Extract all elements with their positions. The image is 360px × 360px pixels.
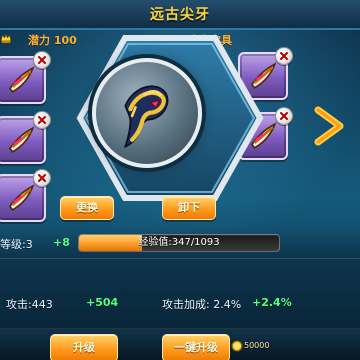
exp-bar: 经验值:347/1093 — [78, 234, 280, 252]
close-icon[interactable] — [275, 107, 293, 125]
exp-text: 经验值:347/1093 — [138, 237, 220, 248]
unequip-button[interactable]: 卸下 — [162, 196, 216, 220]
attack-value: 攻击:443 — [6, 298, 53, 311]
attack-plus: +504 — [86, 296, 119, 309]
upgrade-button[interactable]: 升级 — [50, 334, 118, 360]
fang-item-icon — [8, 126, 35, 154]
crown-icon — [0, 33, 12, 44]
left-slot-3[interactable] — [0, 169, 51, 222]
level-value: 等级:3 — [0, 238, 33, 251]
page-title: 远古尖牙 — [150, 7, 210, 23]
fang-item-icon — [8, 66, 35, 94]
left-slot-1[interactable] — [0, 51, 51, 104]
one-click-upgrade-button[interactable]: 一键升级 — [162, 334, 230, 360]
fang-item-icon — [8, 184, 35, 212]
level-plus: +8 — [53, 236, 70, 249]
close-icon[interactable] — [33, 169, 51, 187]
arrow-right-icon[interactable] — [312, 106, 346, 146]
left-slot-2[interactable] — [0, 111, 51, 164]
attack-bonus-value: 攻击加成: 2.4% — [162, 298, 242, 311]
equipped-item-icon[interactable] — [110, 71, 178, 149]
close-icon[interactable] — [33, 51, 51, 69]
gold-value: 50000 — [244, 341, 270, 350]
close-icon[interactable] — [33, 111, 51, 129]
gold-coin-icon — [231, 340, 243, 352]
attack-bonus-plus: +2.4% — [252, 296, 292, 309]
close-icon[interactable] — [275, 47, 293, 65]
title-bar: 远古尖牙 — [0, 0, 360, 30]
replace-button[interactable]: 更换 — [60, 196, 114, 220]
divider — [0, 258, 360, 259]
screen: 远古尖牙 潜力 100 攻击宝具 — [0, 0, 360, 360]
